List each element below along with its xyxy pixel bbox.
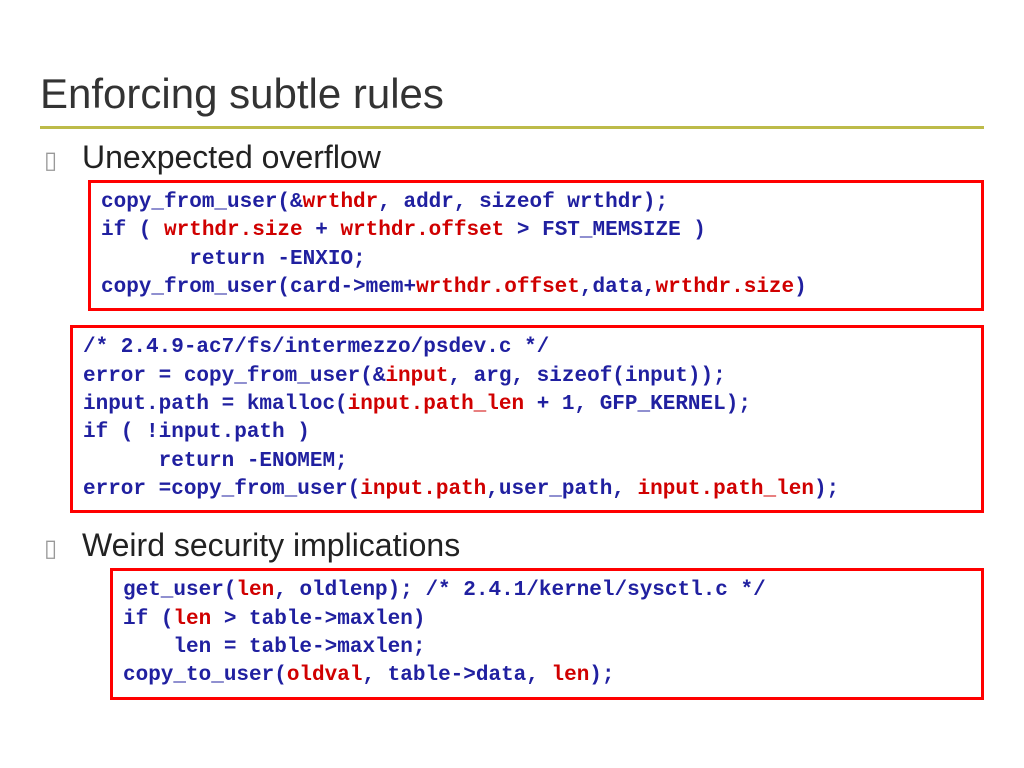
code-token: + <box>303 219 341 242</box>
code-block-3: get_user(len, oldlenp); /* 2.4.1/kernel/… <box>110 568 984 699</box>
code-token: oldval <box>287 664 363 687</box>
code-token: if ( <box>123 608 173 631</box>
code-token: input.path_len <box>348 393 524 416</box>
slide-title: Enforcing subtle rules <box>40 70 984 118</box>
code-token: copy_from_user(& <box>101 191 303 214</box>
code-token: ,data, <box>580 276 656 299</box>
code-token: error =copy_from_user( <box>83 478 360 501</box>
code-token: + 1, GFP_KERNEL); <box>524 393 751 416</box>
code-token: input.path = kmalloc( <box>83 393 348 416</box>
code-token: ); <box>814 478 839 501</box>
code-token: wrthdr.offset <box>340 219 504 242</box>
code-token: wrthdr <box>303 191 379 214</box>
code-token: error = copy_from_user(& <box>83 365 385 388</box>
code-token: , arg, sizeof(input)); <box>448 365 725 388</box>
code-token: wrthdr.size <box>656 276 795 299</box>
code-token: return -ENOMEM; <box>83 450 348 473</box>
code-token: len <box>173 608 211 631</box>
code-token: > table->maxlen) <box>211 608 425 631</box>
bullet-1-text: Unexpected overflow <box>82 139 381 176</box>
code-token: input.path_len <box>638 478 814 501</box>
title-underline <box>40 126 984 129</box>
code-token: copy_to_user( <box>123 664 287 687</box>
code-token: ,user_path, <box>486 478 637 501</box>
code-token: > FST_MEMSIZE ) <box>504 219 706 242</box>
code-token: get_user( <box>123 579 236 602</box>
code-token: wrthdr.size <box>164 219 303 242</box>
code-token: input <box>385 365 448 388</box>
slide: Enforcing subtle rules ▯ Unexpected over… <box>0 0 1024 734</box>
code-token: ) <box>794 276 807 299</box>
bullet-2: ▯ Weird security implications <box>40 527 984 564</box>
code-token: wrthdr.offset <box>416 276 580 299</box>
code-token: if ( !input.path ) <box>83 421 310 444</box>
code-token: , oldlenp); /* 2.4.1/kernel/sysctl.c */ <box>274 579 765 602</box>
bullet-glyph: ▯ <box>40 534 82 563</box>
code-token: , table->data, <box>362 664 551 687</box>
bullet-1: ▯ Unexpected overflow <box>40 139 984 176</box>
code-block-2: /* 2.4.9-ac7/fs/intermezzo/psdev.c */ er… <box>70 325 984 513</box>
code-token: ); <box>589 664 614 687</box>
code-token: return -ENXIO; <box>101 248 366 271</box>
bullet-2-text: Weird security implications <box>82 527 460 564</box>
code-token: len = table->maxlen; <box>123 636 425 659</box>
code-token: if ( <box>101 219 164 242</box>
code-token: len <box>236 579 274 602</box>
code-token: , addr, sizeof wrthdr); <box>378 191 668 214</box>
code-token: /* 2.4.9-ac7/fs/intermezzo/psdev.c */ <box>83 336 549 359</box>
code-token: len <box>551 664 589 687</box>
bullet-glyph: ▯ <box>40 146 82 175</box>
code-token: copy_from_user(card->mem+ <box>101 276 416 299</box>
code-block-1: copy_from_user(&wrthdr, addr, sizeof wrt… <box>88 180 984 311</box>
code-token: input.path <box>360 478 486 501</box>
